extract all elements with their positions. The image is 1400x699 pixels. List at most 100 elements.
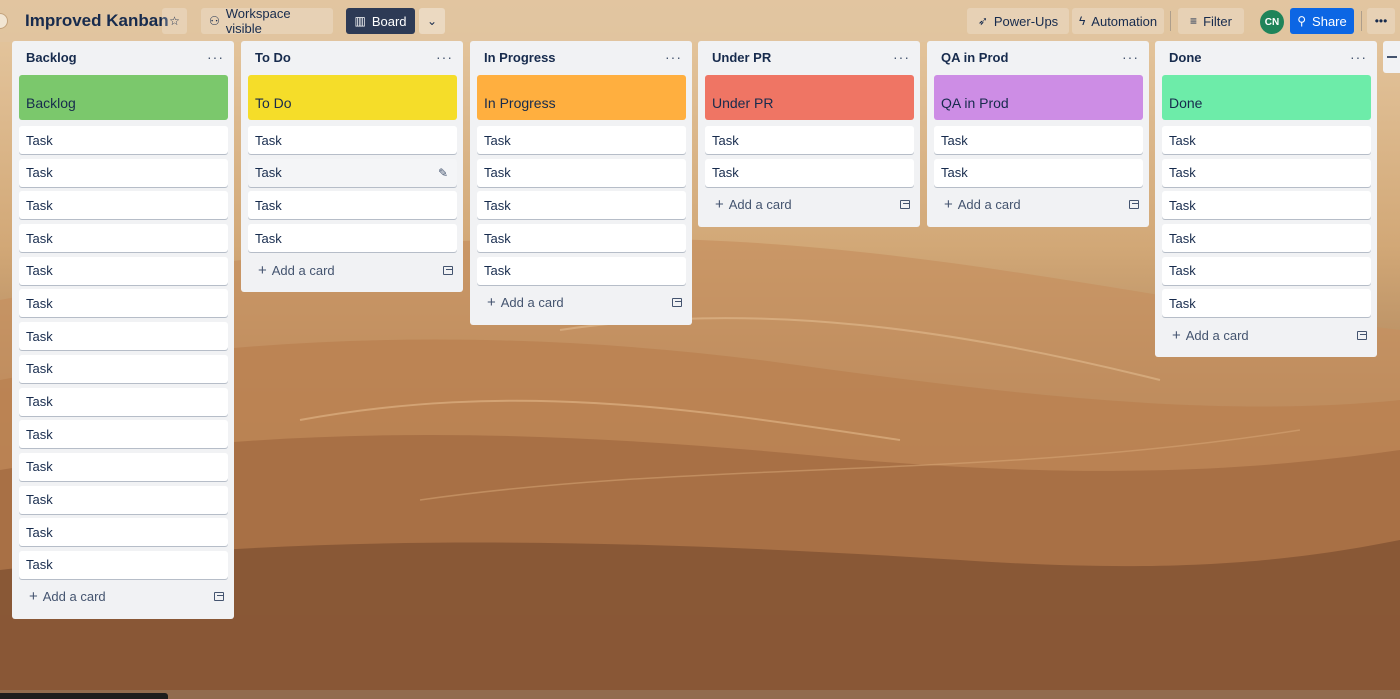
list-title[interactable]: QA in Prod <box>941 50 1008 65</box>
list-title[interactable]: Backlog <box>26 50 77 65</box>
task-card[interactable]: Task <box>1162 256 1371 285</box>
card-template-icon[interactable] <box>672 298 682 308</box>
list-header: Under PR ··· <box>698 41 920 73</box>
task-card[interactable]: Task <box>477 126 686 154</box>
card-title: Task <box>941 165 968 181</box>
task-card[interactable]: Task <box>248 126 457 154</box>
list-header: Backlog ··· <box>12 41 234 73</box>
task-card[interactable]: Task <box>705 126 914 154</box>
add-another-list-button[interactable] <box>1383 41 1400 73</box>
task-card[interactable]: Task <box>477 256 686 285</box>
task-card[interactable]: Task <box>477 191 686 220</box>
star-button[interactable]: ☆ <box>162 8 187 34</box>
member-avatar[interactable]: CN <box>1260 10 1284 34</box>
task-card[interactable]: Task <box>1162 224 1371 253</box>
more-icon[interactable]: ··· <box>665 50 682 64</box>
card-template-icon[interactable] <box>443 265 453 275</box>
task-card[interactable]: Task <box>705 158 914 187</box>
add-card-button[interactable]: + Add a card <box>715 196 792 213</box>
task-card[interactable]: Task <box>248 224 457 253</box>
task-card[interactable]: Task <box>934 126 1143 154</box>
add-card-button[interactable]: + Add a card <box>944 196 1021 213</box>
cover-label: In Progress <box>484 95 556 111</box>
cover-label: Under PR <box>712 95 774 111</box>
list-title[interactable]: To Do <box>255 50 291 65</box>
task-card[interactable]: Task <box>477 158 686 187</box>
share-button[interactable]: ⚲ Share <box>1290 8 1354 34</box>
task-card[interactable]: Task <box>1162 126 1371 154</box>
board-title[interactable]: Improved Kanban <box>25 11 169 31</box>
add-card-button[interactable]: + Add a card <box>258 262 335 279</box>
card-template-icon[interactable] <box>1357 330 1367 340</box>
task-card[interactable]: Task <box>19 550 228 579</box>
list-cover-card[interactable]: Backlog <box>19 75 228 120</box>
card-title: Task <box>484 230 511 246</box>
card-title: Task <box>1169 165 1196 181</box>
more-icon[interactable]: ··· <box>1350 50 1367 64</box>
task-card[interactable]: Task <box>1162 191 1371 220</box>
task-card[interactable]: Task <box>248 191 457 220</box>
card-title: Task <box>26 361 53 377</box>
card-template-icon[interactable] <box>1129 200 1139 210</box>
task-card[interactable]: Task <box>1162 289 1371 318</box>
task-card[interactable]: Task <box>19 518 228 547</box>
task-card[interactable]: Task <box>19 126 228 154</box>
more-icon: ••• <box>1374 14 1388 28</box>
workspace-visible-button[interactable]: ⚇ Workspace visible <box>201 6 333 36</box>
card-title: Task <box>1169 132 1196 148</box>
list-title[interactable]: In Progress <box>484 50 556 65</box>
sidebar-toggle[interactable] <box>0 13 8 29</box>
task-card[interactable]: Task <box>1162 158 1371 187</box>
card-title: Task <box>26 165 53 181</box>
task-card[interactable]: Task <box>19 191 228 220</box>
list-cover-card[interactable]: QA in Prod <box>934 75 1143 120</box>
task-card[interactable]: Task <box>19 322 228 351</box>
filter-button[interactable]: ≡ Filter <box>1178 8 1244 34</box>
task-card[interactable]: Task <box>19 387 228 416</box>
card-title: Task <box>26 197 53 213</box>
more-icon[interactable]: ··· <box>1122 50 1139 64</box>
automation-button[interactable]: ϟ Automation <box>1072 8 1164 34</box>
list-cover-card[interactable]: Done <box>1162 75 1371 120</box>
task-card[interactable]: Task <box>19 354 228 383</box>
cover-label: Done <box>1169 95 1203 111</box>
board-view-button[interactable]: ▥ Board <box>346 8 415 34</box>
card-template-icon[interactable] <box>900 200 910 210</box>
view-switcher-button[interactable]: ⌄ <box>419 8 445 34</box>
add-card-button[interactable]: + Add a card <box>487 294 564 311</box>
task-card[interactable]: Task <box>19 224 228 253</box>
task-card[interactable]: Task ✎ <box>248 158 457 187</box>
list-cover-card[interactable]: In Progress <box>477 75 686 120</box>
board-menu-button[interactable]: ••• <box>1367 8 1395 34</box>
task-card[interactable]: Task <box>19 158 228 187</box>
more-icon[interactable]: ··· <box>893 50 910 64</box>
more-icon[interactable]: ··· <box>207 50 224 64</box>
pencil-icon[interactable]: ✎ <box>438 166 448 180</box>
list-cover-card[interactable]: To Do <box>248 75 457 120</box>
horizontal-scrollbar[interactable] <box>0 690 1400 699</box>
more-icon[interactable]: ··· <box>436 50 453 64</box>
header-divider <box>1170 11 1171 31</box>
task-card[interactable]: Task <box>19 485 228 514</box>
task-card[interactable]: Task <box>934 158 1143 187</box>
lightning-icon: ϟ <box>1078 14 1086 28</box>
task-card[interactable]: Task <box>19 256 228 285</box>
list-cover-card[interactable]: Under PR <box>705 75 914 120</box>
power-ups-button[interactable]: ➶ Power-Ups <box>967 8 1069 34</box>
task-card[interactable]: Task <box>19 452 228 481</box>
card-template-icon[interactable] <box>214 592 224 602</box>
chevron-down-icon: ⌄ <box>426 14 438 28</box>
list-header: QA in Prod ··· <box>927 41 1149 73</box>
list-title[interactable]: Under PR <box>712 50 771 65</box>
add-card-button[interactable]: + Add a card <box>29 588 106 605</box>
card-title: Task <box>255 230 282 246</box>
task-card[interactable]: Task <box>19 289 228 318</box>
task-card[interactable]: Task <box>19 420 228 449</box>
plus-icon <box>1387 56 1397 58</box>
add-card-button[interactable]: + Add a card <box>1172 327 1249 344</box>
task-card[interactable]: Task <box>477 224 686 253</box>
card-title: Task <box>26 394 53 409</box>
card-title: Task <box>26 492 53 508</box>
list-title[interactable]: Done <box>1169 50 1202 65</box>
board-header: Improved Kanban ☆ ⚇ Workspace visible ▥ … <box>0 0 1400 42</box>
